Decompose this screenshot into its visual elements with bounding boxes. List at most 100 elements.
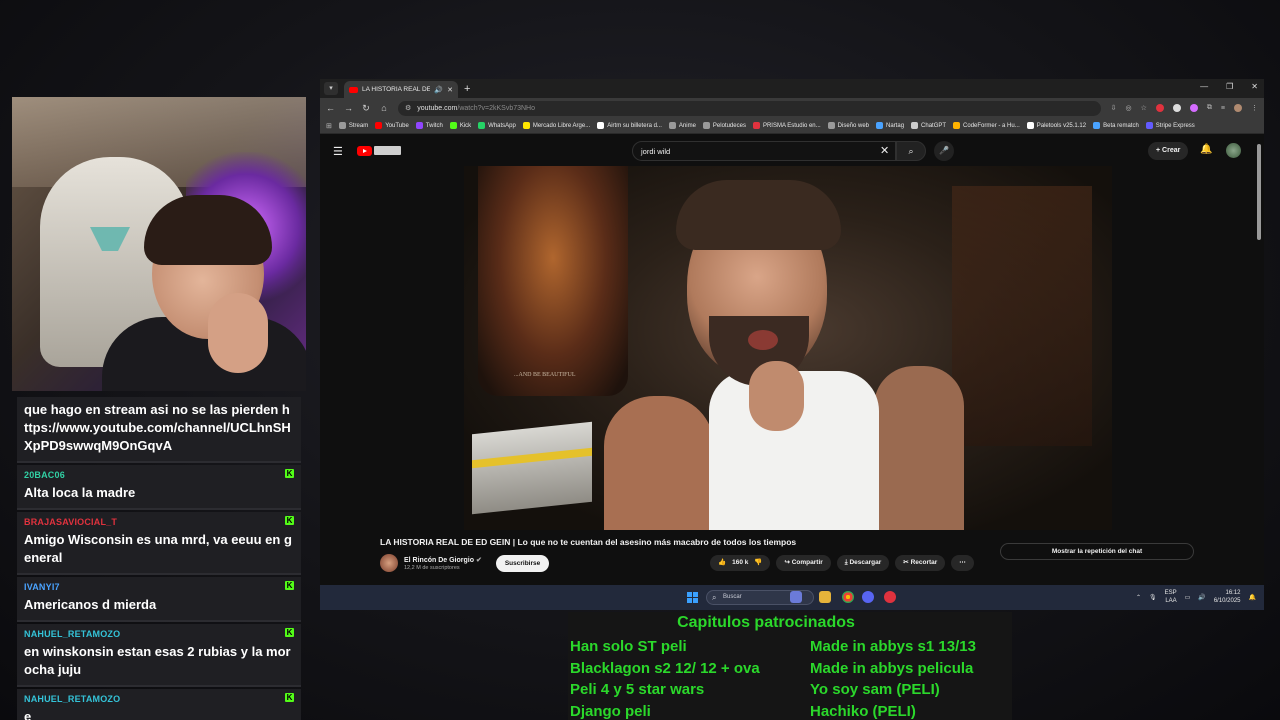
host-hand [749,361,804,431]
channel-name[interactable]: El Rincón De Giorgio ✔ [404,556,482,564]
bookmark-item[interactable]: PRISMA Estudio en... [752,122,821,129]
minimize-icon[interactable]: — [1200,82,1208,91]
microphone-icon[interactable]: 🎤 [934,141,954,161]
video-poster [478,166,628,396]
bookmarks-bar: ⊞ Stream YouTube Twitch Kick WhatsApp Mercado… [320,118,1264,134]
search-input[interactable]: jordi wild [632,141,896,161]
language-indicator[interactable]: ESP LAA [1165,589,1177,605]
bookmark-label: Pelotudeces [712,122,746,129]
notification-icon[interactable]: 🔔 [1249,594,1256,601]
install-icon[interactable]: ⇩ [1111,104,1117,112]
youtube-logo[interactable] [357,145,401,156]
tab-list-button[interactable]: ▾ [324,82,338,95]
bookmark-item[interactable]: Twitch [415,122,443,129]
bookmark-item[interactable]: Nartag [876,122,904,129]
windows-start-icon[interactable] [687,592,698,603]
bookmark-item[interactable]: Beta rematch [1093,122,1139,129]
address-bar[interactable]: ⚙ youtube.com/watch?v=2kKSvb73NHo [398,100,1101,116]
bookmark-item[interactable]: WhatsApp [478,122,516,129]
notifications-bell-icon[interactable]: 🔔 [1200,144,1212,155]
bookmark-item[interactable]: Stripe Express [1145,122,1195,129]
bookmark-item[interactable]: Paletools v25.1.12 [1026,122,1086,129]
menu-kebab-icon[interactable]: ⋮ [1251,104,1258,112]
like-dislike-button[interactable]: 👍 160 k 👎 [710,555,771,571]
subscribe-button[interactable]: Suscribirse [495,554,550,572]
share-button[interactable]: ↪ Compartir [776,555,831,571]
app-icon[interactable] [884,591,896,603]
youtube-header: ☰ jordi wild ✕ ⌕ 🎤 + Crear 🔔 [320,134,1264,168]
bookmark-item[interactable]: YouTube [375,122,409,129]
clock[interactable]: 16:12 6/10/2025 [1214,589,1241,605]
channel-avatar[interactable] [380,554,398,572]
home-icon[interactable]: ⌂ [380,103,388,113]
bookmark-item[interactable]: Airtm su billetera d... [597,122,662,129]
close-tab-icon[interactable]: ✕ [447,86,453,94]
bookmark-item[interactable]: CodeFormer - a Hu... [953,122,1020,129]
bookmark-item[interactable]: Diseño web [827,122,869,129]
thumbs-down-icon[interactable]: 👎 [754,555,762,571]
apps-grid-icon[interactable]: ⊞ [326,122,332,130]
network-icon[interactable]: ▭ [1185,594,1191,601]
download-button[interactable]: ⤓ Descargar [836,555,890,571]
windows-taskbar: Buscar ⌃ 🎙 ESPLAA ▭ 🔊 16:126/10/2025 🔔 [320,585,1264,610]
bookmark-item[interactable]: Mercado Libre Arge... [522,122,591,129]
maximize-icon[interactable]: ❐ [1226,82,1233,91]
reload-icon[interactable]: ↻ [362,103,370,114]
video-player[interactable]: ...AND BE BEAUTIFUL [464,166,1112,530]
tray-chevron-icon[interactable]: ⌃ [1136,594,1141,601]
chrome-icon[interactable] [842,591,854,603]
search-button[interactable]: ⌕ [896,141,926,161]
bookmark-item[interactable]: ChatGPT [911,122,946,129]
bookmark-label: Airtm su billetera d... [607,122,662,129]
bookmark-item[interactable]: Anime [668,122,696,129]
media-icon[interactable]: ≡ [1221,105,1225,112]
chat-message-text: Alta loca la madre [24,485,136,500]
verified-icon: ✔ [475,556,482,564]
bookmark-item[interactable]: Pelotudeces [702,122,746,129]
file-explorer-icon[interactable] [819,591,831,603]
bookmark-icon [338,122,346,129]
extension-icon[interactable] [1155,104,1164,112]
forward-icon[interactable]: → [344,103,353,113]
bookmark-star-icon[interactable]: ☆ [1141,104,1147,112]
widget-icon[interactable] [790,591,802,603]
chat-message-text: Amigo Wisconsin es una mrd, va eeuu en g… [24,532,292,565]
chat-overlay: que hago en stream asi no se las pierden… [17,397,301,720]
extension-icon[interactable] [1189,104,1198,112]
extension-icon[interactable] [1172,104,1181,112]
bookmark-label: Twitch [425,122,443,129]
profile-avatar-icon[interactable] [1234,104,1242,112]
volume-icon[interactable]: 🔊 [1198,594,1205,601]
thumbs-up-icon[interactable]: 👍 [718,555,726,571]
discord-icon[interactable] [862,591,874,603]
bookmark-item[interactable]: Kick [449,122,471,129]
bookmark-icon [953,122,961,129]
bookmark-icon [375,122,383,129]
create-button[interactable]: + Crear [1148,142,1189,160]
extensions-row: ⇩ ◎ ☆ ⧉ ≡ ⋮ [1111,104,1258,112]
page-scrollbar[interactable] [1257,144,1261,240]
tray-mic-icon[interactable]: 🎙 [1149,594,1157,601]
bookmark-label: Mercado Libre Arge... [532,122,591,129]
url-text: youtube.com/watch?v=2kKSvb73NHo [417,104,536,112]
site-info-icon[interactable]: ⚙ [405,104,411,112]
close-window-icon[interactable]: ✕ [1251,82,1258,91]
tab-youtube[interactable]: LA HISTORIA REAL DE ED G 🔊 ✕ [344,81,458,98]
more-actions-icon[interactable]: ⋯ [951,555,974,571]
account-avatar[interactable] [1226,143,1241,158]
back-icon[interactable]: ← [326,103,335,113]
bookmark-icon [827,122,835,129]
chat-message-text: que hago en stream asi no se las pierden… [24,402,291,453]
show-chat-replay-button[interactable]: Mostrar la repetición del chat [1000,543,1194,560]
new-tab-icon[interactable]: + [464,83,470,95]
clear-search-icon[interactable]: ✕ [880,144,889,157]
bookmark-item[interactable]: Stream [338,122,368,129]
speaker-icon[interactable]: 🔊 [434,86,443,94]
clip-button[interactable]: ✂ Recortar [895,555,946,571]
bookmark-icon [1026,122,1034,129]
extensions-puzzle-icon[interactable]: ⧉ [1207,104,1212,112]
hide-icon[interactable]: ◎ [1126,104,1132,112]
bookmark-label: CodeFormer - a Hu... [963,122,1020,129]
sponsors-left-column: Han solo ST peli Blacklagon s2 12/ 12 + o… [570,636,760,720]
hamburger-menu-icon[interactable]: ☰ [333,145,343,158]
